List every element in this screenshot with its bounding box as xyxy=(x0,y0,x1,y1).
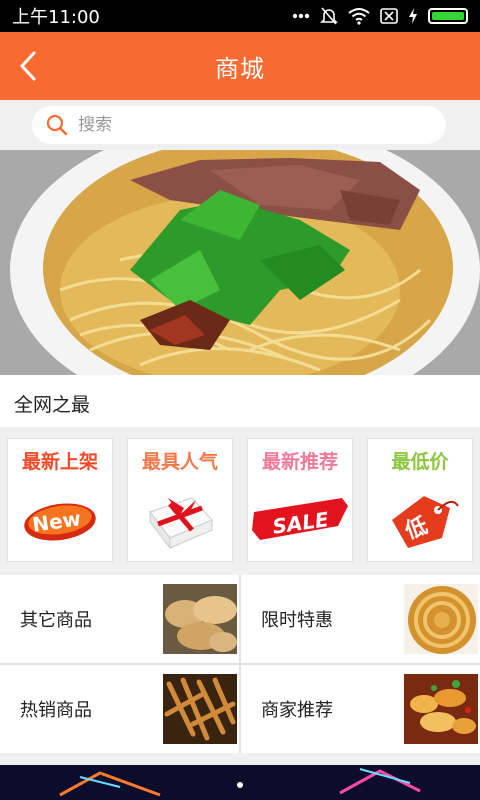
mute-icon xyxy=(320,7,338,25)
status-icons xyxy=(292,6,468,26)
promo-label: 最具人气 xyxy=(141,451,218,473)
search-input[interactable] xyxy=(78,115,398,135)
category-thumbnail xyxy=(404,584,478,654)
category-label: 热销商品 xyxy=(20,700,92,721)
banner-image[interactable] xyxy=(0,150,480,375)
sim-icon xyxy=(380,8,398,24)
category-label: 限时特惠 xyxy=(261,610,333,631)
promo-card-popular[interactable]: 最具人气 xyxy=(127,438,233,562)
category-thumbnail xyxy=(163,584,237,654)
page-title: 商城 xyxy=(215,54,265,83)
category-merchant-picks[interactable]: 商家推荐 xyxy=(241,665,480,753)
chevron-left-icon[interactable] xyxy=(14,50,44,82)
gift-box-icon xyxy=(149,497,213,550)
battery-icon xyxy=(428,8,468,24)
search-bar[interactable] xyxy=(32,106,446,144)
dots-icon xyxy=(292,13,310,19)
sale-badge-icon: SALE xyxy=(252,498,348,540)
category-other-goods[interactable]: 其它商品 xyxy=(0,575,239,663)
promo-label: 最新上架 xyxy=(21,451,98,473)
category-label: 其它商品 xyxy=(20,610,92,631)
category-hot-sellers[interactable]: 热销商品 xyxy=(0,665,239,753)
wifi-icon xyxy=(348,8,370,25)
promo-card-newest[interactable]: 最新上架 New xyxy=(7,438,113,562)
search-icon xyxy=(46,114,68,136)
charging-icon xyxy=(409,8,417,24)
price-tag-icon: 低 xyxy=(392,496,459,548)
category-thumbnail xyxy=(163,674,237,744)
promo-row: 最新上架 New 最具人气 最新推荐 SALE 最低价 低 xyxy=(0,427,480,570)
section-title: 全网之最 xyxy=(0,375,480,427)
category-thumbnail xyxy=(404,674,478,744)
promo-card-lowest-price[interactable]: 最低价 低 xyxy=(367,438,473,562)
status-time: 上午11:00 xyxy=(12,7,100,28)
category-limited-time-deals[interactable]: 限时特惠 xyxy=(241,575,480,663)
app-bar: 商城 xyxy=(0,32,480,100)
new-badge-icon: New xyxy=(24,503,96,541)
bottom-banner-image xyxy=(0,765,480,800)
noodle-soup-image xyxy=(0,150,480,375)
promo-card-recommended[interactable]: 最新推荐 SALE xyxy=(247,438,353,562)
promo-label: 最低价 xyxy=(391,451,449,473)
category-label: 商家推荐 xyxy=(261,700,333,721)
category-grid: 其它商品 限时特惠 热销商品 商家推荐 xyxy=(0,575,480,753)
bottom-banner[interactable] xyxy=(0,765,480,800)
promo-label: 最新推荐 xyxy=(261,451,338,473)
status-bar: 上午11:00 xyxy=(0,0,480,32)
